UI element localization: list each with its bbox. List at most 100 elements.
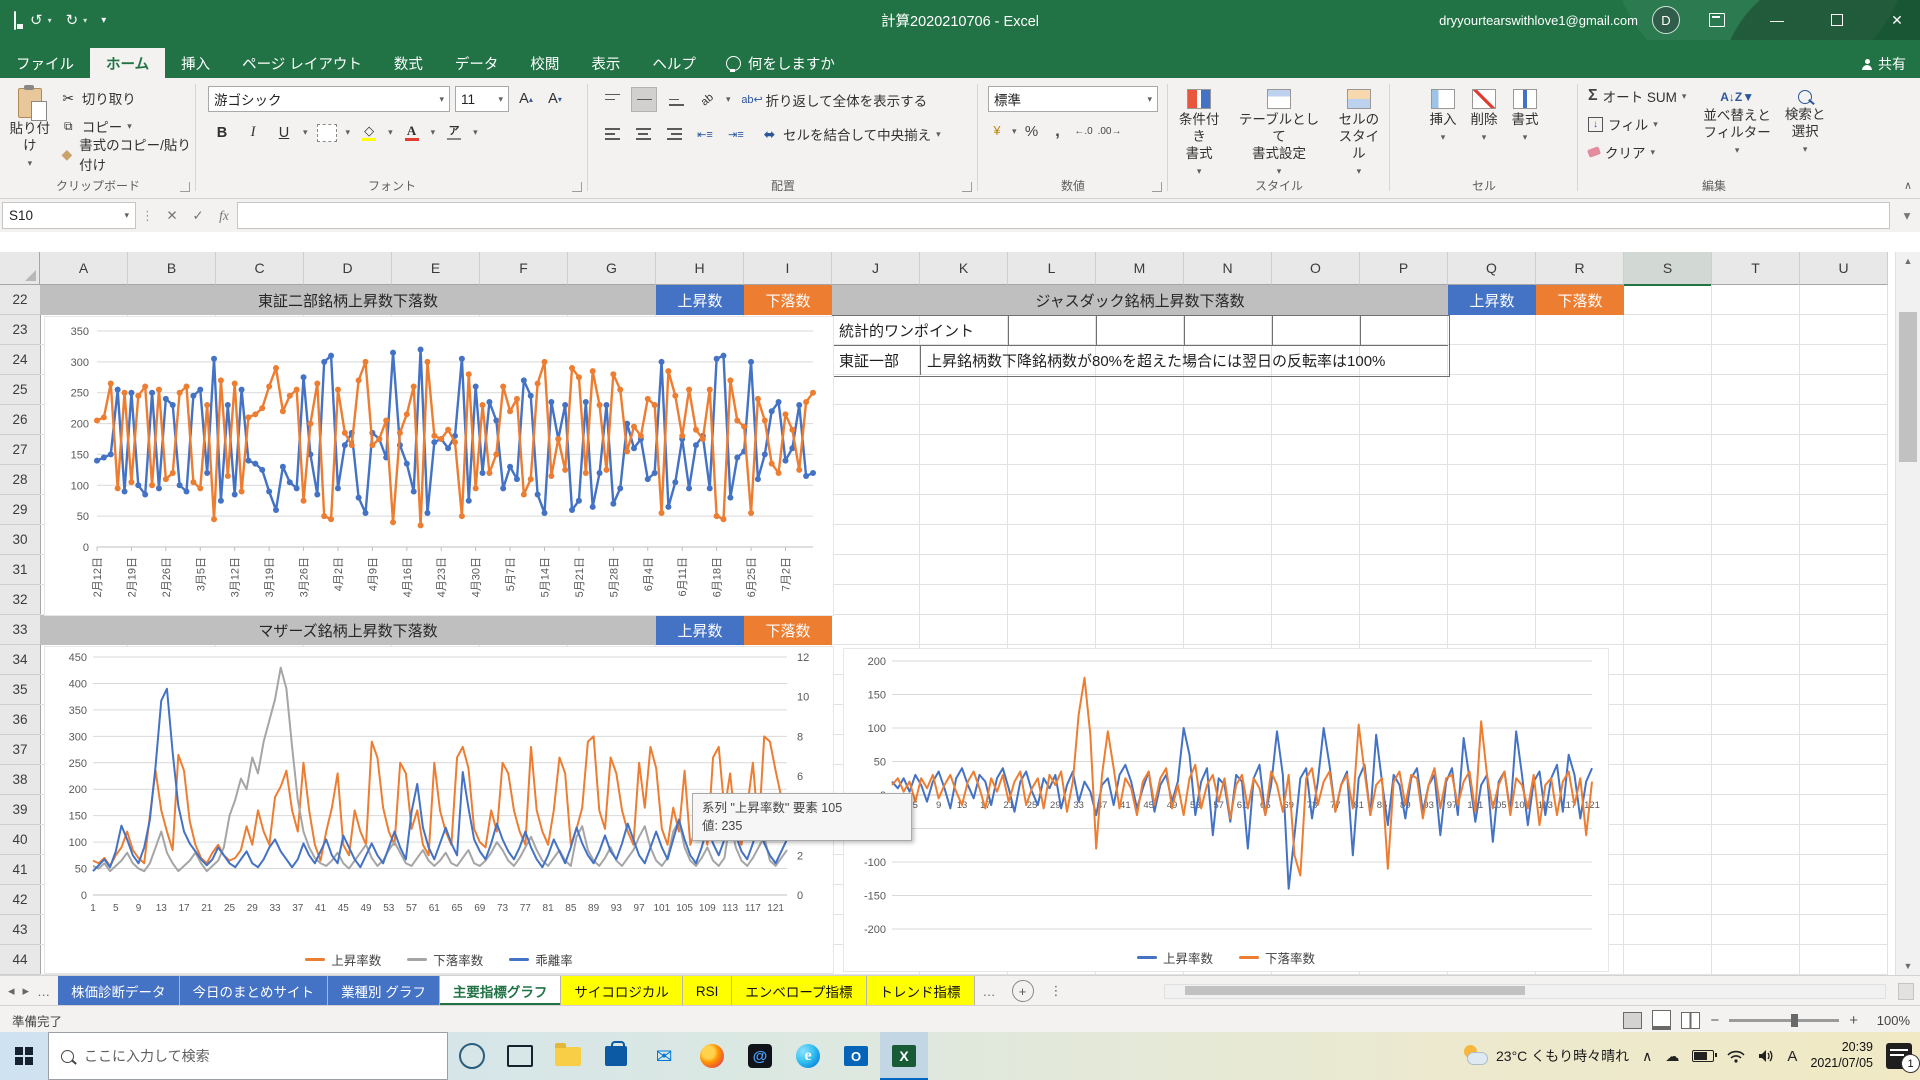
delete-cells-button[interactable]: 削除▾ [1464,83,1505,143]
zoom-out-icon[interactable]: − [1710,1012,1719,1029]
mail-icon[interactable]: ✉ [640,1032,688,1080]
find-select-button[interactable]: 検索と 選択▾ [1778,84,1833,164]
column-header-Q[interactable]: Q [1448,252,1536,285]
cell-I22[interactable]: 下落数 [744,285,832,315]
minimize-button[interactable]: — [1754,0,1800,40]
column-header-N[interactable]: N [1184,252,1272,285]
undo-dropdown-icon[interactable]: ▾ [48,16,52,25]
row-header-30[interactable]: 30 [0,525,41,555]
select-all-corner[interactable] [0,252,40,285]
sheet-tab-株価診断データ[interactable]: 株価診断データ [58,976,180,1006]
column-header-F[interactable]: F [480,252,568,285]
scroll-down-icon[interactable]: ▼ [1896,957,1920,975]
column-header-S[interactable]: S [1624,252,1712,286]
column-header-J[interactable]: J [832,252,920,285]
row-header-34[interactable]: 34 [0,645,41,675]
page-layout-view-icon[interactable] [1652,1010,1671,1030]
format-cells-button[interactable]: 書式▾ [1505,83,1546,143]
chart-tosho2[interactable]: 3503002502001501005002月12日2月19日2月26日3月5日… [44,316,834,616]
sheet-tab-業種別 グラフ[interactable]: 業種別 グラフ [328,976,440,1006]
firefox-icon[interactable] [688,1032,736,1080]
sheet-tab-エンベロープ指標[interactable]: エンベロープ指標 [732,976,866,1006]
italic-button[interactable]: I [241,121,265,144]
fill-color-icon[interactable]: ◇ [357,121,381,144]
new-sheet-button[interactable]: + [1012,980,1034,1002]
column-header-G[interactable]: G [568,252,656,285]
cortana-icon[interactable] [448,1032,496,1080]
number-format-select[interactable]: 標準▾ [988,86,1158,112]
horizontal-scroll-thumb[interactable] [1185,986,1525,995]
formula-input[interactable] [237,202,1890,229]
decrease-font-icon[interactable]: A▾ [543,88,567,111]
sheet-tab-主要指標グラフ[interactable]: 主要指標グラフ [440,976,562,1006]
action-center-icon[interactable]: 1 [1886,1043,1912,1069]
zoom-slider[interactable] [1729,1019,1839,1022]
font-dialog-launcher-icon[interactable] [572,182,582,192]
page-break-view-icon[interactable] [1681,1012,1700,1029]
cell-H33[interactable]: 上昇数 [656,615,744,645]
tab-校閲[interactable]: 校閲 [514,48,575,78]
row-header-33[interactable]: 33 [0,615,41,645]
align-left-icon[interactable] [600,123,624,146]
phonetic-guide-icon[interactable]: ア [442,121,466,144]
cell-styles-button[interactable]: セルの スタイル▾ [1328,83,1390,177]
row-header-29[interactable]: 29 [0,495,41,525]
tab-挿入[interactable]: 挿入 [165,48,226,78]
column-header-T[interactable]: T [1712,252,1800,285]
column-header-R[interactable]: R [1536,252,1624,285]
column-header-A[interactable]: A [40,252,128,285]
outlook-icon[interactable]: O [832,1032,880,1080]
row-header-25[interactable]: 25 [0,375,41,405]
borders-icon[interactable] [315,121,339,144]
sheet-tab-サイコロジカル[interactable]: サイコロジカル [561,976,683,1006]
scroll-up-icon[interactable]: ▲ [1896,252,1920,270]
clipboard-dialog-launcher-icon[interactable] [180,182,190,192]
insert-function-icon[interactable]: fx [211,208,237,224]
row-header-24[interactable]: 24 [0,345,41,375]
column-header-E[interactable]: E [392,252,480,285]
ime-mode-icon[interactable]: A [1787,1048,1797,1065]
column-header-P[interactable]: P [1360,252,1448,285]
store-icon[interactable] [592,1032,640,1080]
row-header-41[interactable]: 41 [0,855,41,885]
comma-style-icon[interactable]: , [1047,120,1069,142]
share-button[interactable]: 共有 [1862,54,1906,74]
maximize-button[interactable] [1814,0,1860,40]
redo-icon[interactable]: ↻ [66,11,79,29]
column-header-I[interactable]: I [744,252,832,285]
split-handle[interactable] [1898,983,1914,1000]
bold-button[interactable]: B [210,121,234,144]
row-header-37[interactable]: 37 [0,735,41,765]
font-size-select[interactable]: 11▾ [455,86,509,112]
cell-R22[interactable]: 下落数 [1536,285,1624,315]
ribbon-display-options-icon[interactable] [1694,0,1740,40]
sheet-tab-今日のまとめサイト[interactable]: 今日のまとめサイト [180,976,329,1006]
increase-indent-icon[interactable]: ⇥≡ [724,123,748,146]
sheet-tab-RSI[interactable]: RSI [683,976,733,1006]
vertical-scroll-thumb[interactable] [1899,312,1917,462]
taskbar-search-input[interactable]: ここに入力して検索 [48,1032,448,1080]
cell-I33[interactable]: 下落数 [744,615,832,645]
tab-数式[interactable]: 数式 [378,48,439,78]
account-avatar[interactable]: D [1652,6,1680,34]
enter-icon[interactable]: ✓ [185,208,211,224]
column-header-B[interactable]: B [128,252,216,285]
tab-ヘルプ[interactable]: ヘルプ [636,48,712,78]
column-header-D[interactable]: D [304,252,392,285]
tab-ページ レイアウト[interactable]: ページ レイアウト [226,48,378,78]
sheet-nav-left-icon[interactable]: ◂ [8,983,15,999]
mail-at-icon[interactable]: @ [736,1032,784,1080]
paste-button[interactable]: 貼り付け▾ [0,82,60,169]
alignment-dialog-launcher-icon[interactable] [962,182,972,192]
onedrive-cloud-icon[interactable]: ☁ [1665,1048,1679,1065]
row-header-43[interactable]: 43 [0,915,41,945]
decrease-decimal-icon[interactable]: .00→ [1099,120,1121,142]
clear-button[interactable]: クリア▾ [1588,140,1686,164]
horizontal-scrollbar[interactable] [1164,984,1886,999]
normal-view-icon[interactable] [1623,1012,1642,1029]
save-icon[interactable] [14,12,16,29]
cell-J22[interactable]: ジャスダック銘柄上昇数下落数 [832,285,1448,315]
accounting-format-icon[interactable]: ¥ [986,120,1008,142]
underline-button[interactable]: U [272,121,296,144]
column-header-U[interactable]: U [1800,252,1888,285]
